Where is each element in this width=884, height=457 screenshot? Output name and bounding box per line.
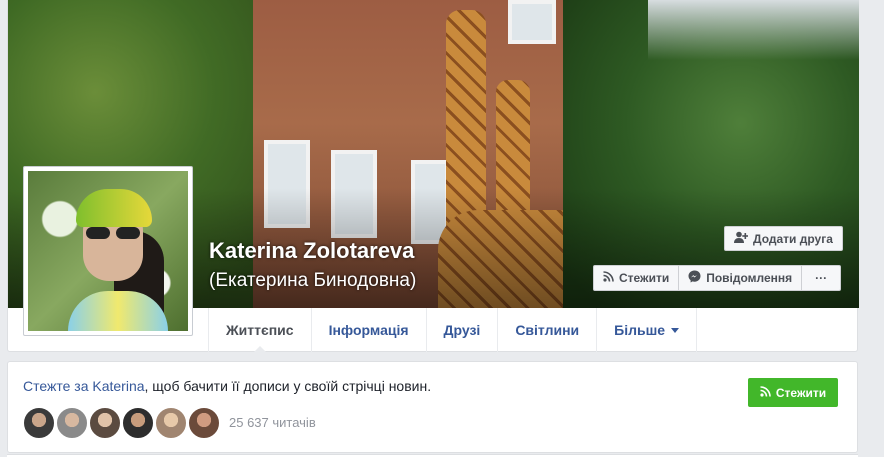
profile-name[interactable]: Katerina Zolotareva <box>209 238 414 264</box>
tab-label: Більше <box>614 322 666 338</box>
follow-button[interactable]: Стежити <box>594 266 680 290</box>
follow-prompt-rest: , щоб бачити її дописи у своїй стрічці н… <box>144 378 432 394</box>
tab-label: Інформація <box>328 322 409 338</box>
avatar-glasses <box>86 227 140 239</box>
tab-label: Світлини <box>515 322 580 338</box>
reader-count: 25 637 читачів <box>229 415 316 430</box>
cover-window <box>508 0 556 44</box>
tab-about[interactable]: Інформація <box>310 308 426 352</box>
profile-action-group: Стежити Повідомлення ··· <box>593 265 842 291</box>
follow-profile-link[interactable]: Стежте за Katerina <box>23 378 145 394</box>
tab-friends[interactable]: Друзі <box>425 308 498 352</box>
tab-more[interactable]: Більше <box>596 308 698 352</box>
tab-label: Життєпис <box>226 322 294 338</box>
follow-label: Стежити <box>619 271 670 285</box>
follow-prompt-card: Стежте за Katerina, щоб бачити її дописи… <box>7 361 858 453</box>
profile-header-card: Katerina Zolotareva (Екатерина Бинодовна… <box>7 0 859 353</box>
message-button[interactable]: Повідомлення <box>679 266 803 290</box>
profile-tabs: Життєпис Інформація Друзі Світлини Більш… <box>208 308 698 353</box>
cover-sky <box>648 0 859 60</box>
messenger-icon <box>688 270 701 286</box>
profile-picture[interactable] <box>23 166 193 336</box>
follower-avatars <box>23 407 221 439</box>
follow-green-label: Стежити <box>775 385 827 400</box>
message-label: Повідомлення <box>706 271 793 285</box>
tab-timeline[interactable]: Життєпис <box>208 308 311 353</box>
follower-avatar[interactable] <box>122 407 154 439</box>
follow-green-button[interactable]: Стежити <box>748 378 838 407</box>
add-friend-icon <box>734 231 749 246</box>
follower-avatar[interactable] <box>89 407 121 439</box>
follower-avatar[interactable] <box>56 407 88 439</box>
add-friend-button[interactable]: Додати друга <box>724 226 843 251</box>
follow-prompt-text: Стежте за Katerina, щоб бачити її дописи… <box>23 378 431 394</box>
follower-avatar[interactable] <box>23 407 55 439</box>
more-options-button[interactable]: ··· <box>802 266 840 290</box>
follower-avatar[interactable] <box>188 407 220 439</box>
follower-avatar[interactable] <box>155 407 187 439</box>
avatar-scarf <box>76 189 152 227</box>
tab-photos[interactable]: Світлини <box>497 308 596 352</box>
profile-alternate-name: (Екатерина Бинодовна) <box>209 270 417 291</box>
chevron-down-icon <box>671 327 680 333</box>
tab-label: Друзі <box>443 322 481 338</box>
add-friend-label: Додати друга <box>753 231 833 246</box>
avatar <box>28 171 188 331</box>
rss-icon <box>760 385 771 400</box>
more-dots-icon: ··· <box>815 271 828 285</box>
rss-icon <box>603 271 614 285</box>
